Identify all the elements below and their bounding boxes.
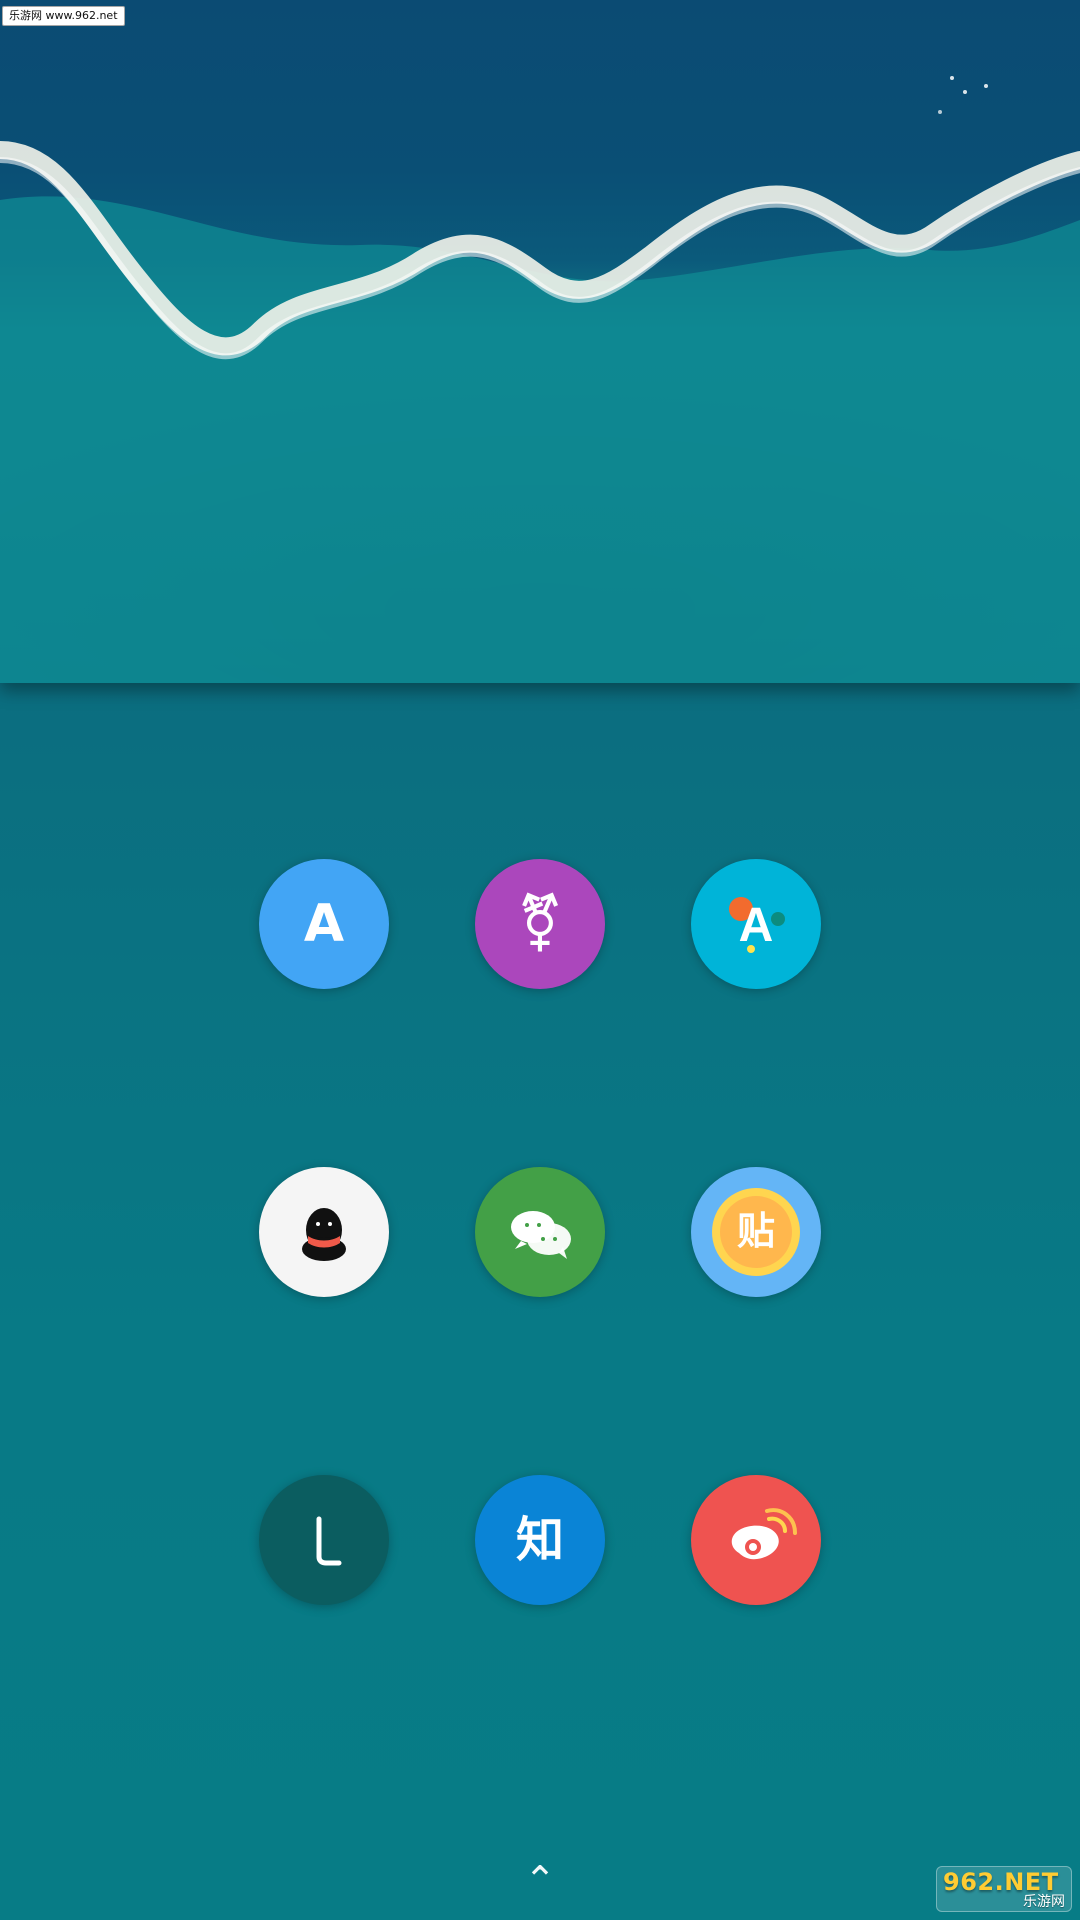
- l-letter-icon: [316, 1516, 342, 1566]
- app-font[interactable]: A: [691, 859, 821, 989]
- app-grid: A ⚧ A 贴 知: [0, 683, 1080, 1920]
- tieba-text: 贴: [737, 1209, 775, 1253]
- wechat-bubbles-icon: [511, 1211, 571, 1259]
- app-tieba[interactable]: 贴: [691, 1167, 821, 1297]
- font-icon: A: [729, 897, 785, 953]
- watermark-bottom: 962.NET 乐游网: [936, 1866, 1072, 1912]
- app-weibo[interactable]: [691, 1475, 821, 1605]
- chevron-up-icon[interactable]: ⌃: [520, 1861, 560, 1899]
- app-wechat[interactable]: [475, 1167, 605, 1297]
- zhihu-icon: 知: [515, 1512, 564, 1568]
- tieba-icon: 贴: [712, 1188, 800, 1276]
- translate-icon: A: [303, 894, 345, 954]
- weibo-icon: [731, 1508, 797, 1560]
- app-gender[interactable]: ⚧: [475, 859, 605, 989]
- wallpaper-header: 乐游网 www.962.net: [0, 0, 1080, 683]
- qq-penguin-icon: [302, 1208, 346, 1261]
- font-letter: A: [739, 899, 774, 952]
- watermark-bottom-line1: 962.NET: [943, 1868, 1059, 1896]
- wallpaper-illustration: [0, 76, 1080, 683]
- watermark-top: 乐游网 www.962.net: [2, 6, 125, 26]
- app-l[interactable]: [259, 1475, 389, 1605]
- app-translate[interactable]: A: [259, 859, 389, 989]
- gender-symbol-icon: ⚧: [516, 891, 564, 956]
- app-qq[interactable]: [259, 1167, 389, 1297]
- app-zhihu[interactable]: 知: [475, 1475, 605, 1605]
- watermark-bottom-line2: 乐游网: [1023, 1894, 1065, 1910]
